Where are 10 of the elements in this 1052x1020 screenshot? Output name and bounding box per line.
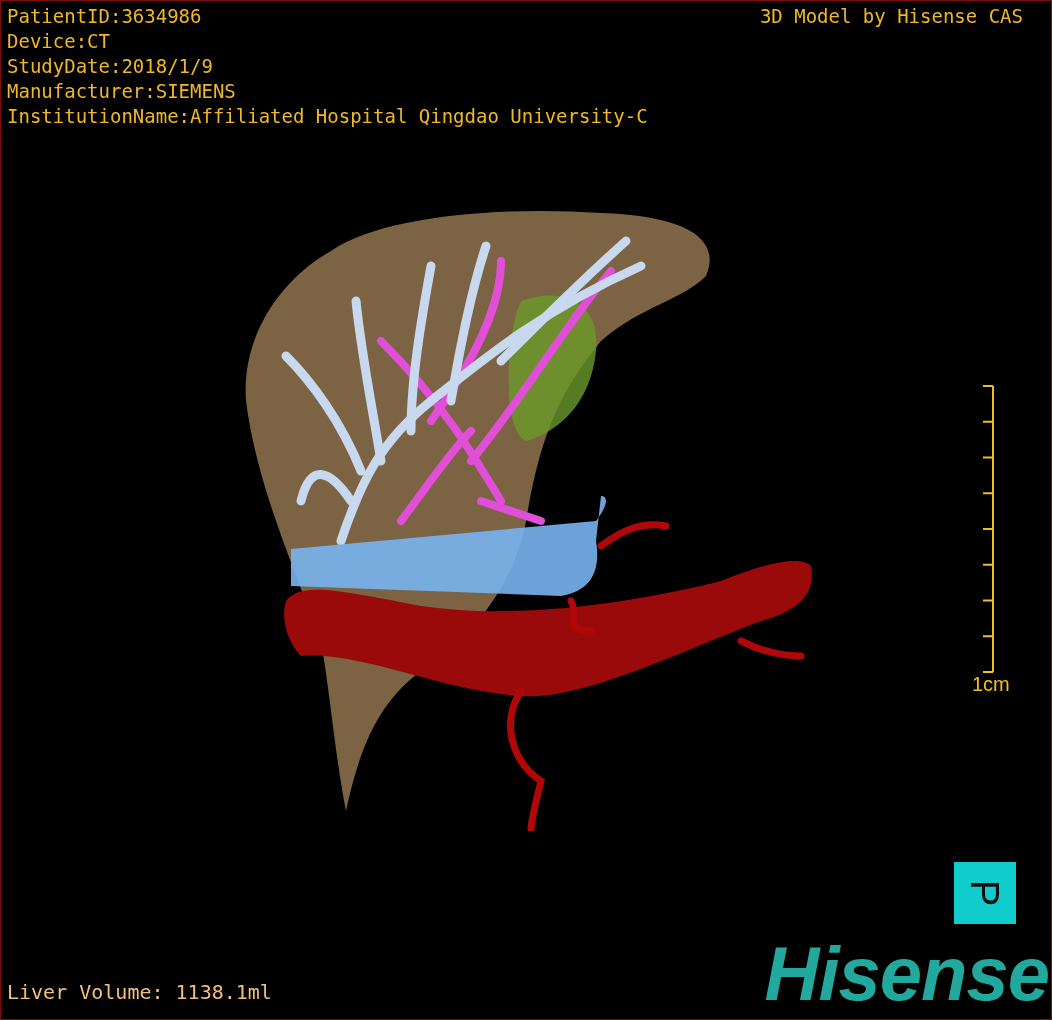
patient-info-text: Device:CT [7,29,111,54]
model-credit-text: 3D Model by Hisense CAS [759,5,1023,27]
patient-info-text: StudyDate:2018/1/9 [7,54,214,79]
liver-volume-text: Liver Volume: 1138.1ml [7,980,272,1004]
patient-info-text: Manufacturer:SIEMENS [7,79,237,104]
scale-label: 1cm [972,673,1010,696]
patient-info-text: InstitutionName:Affiliated Hospital Qingdao University-C [7,104,648,129]
orientation-marker: P [954,862,1016,924]
brand-logo: Hisense [764,936,1049,1012]
patient-info-text: PatientID:3634986 [7,4,203,29]
